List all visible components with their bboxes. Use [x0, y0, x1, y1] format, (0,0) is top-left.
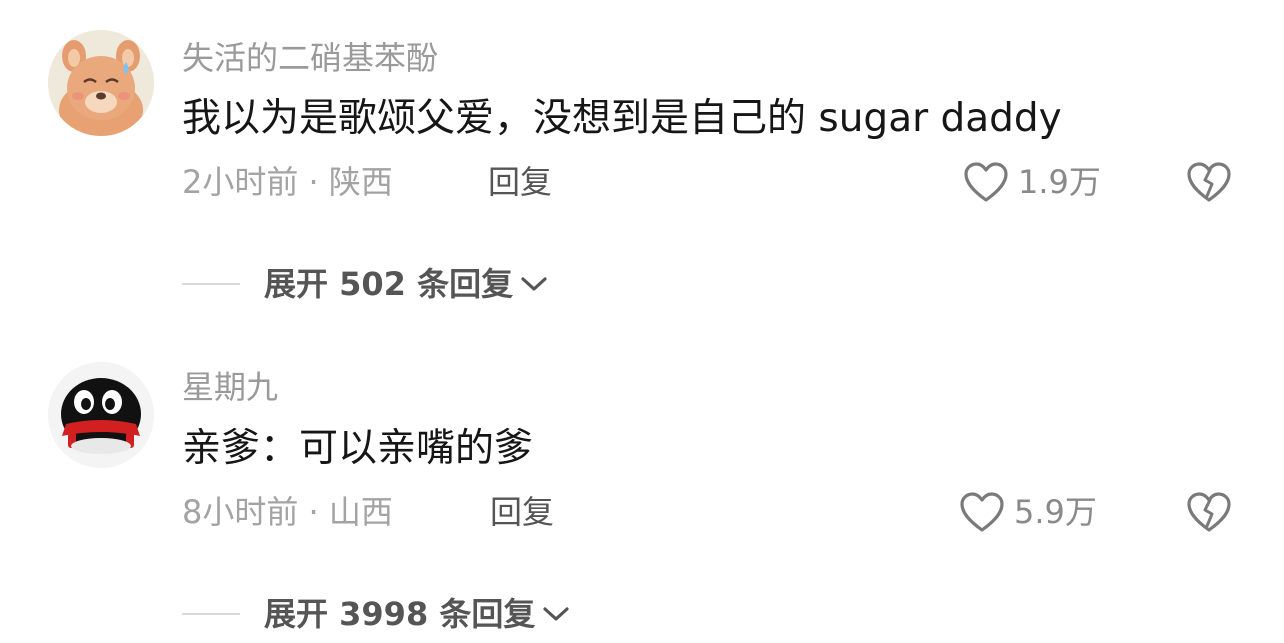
expand-replies-label: 展开 3998 条回复	[264, 595, 536, 633]
comment-text: 亲爹：可以亲嘴的爹	[182, 426, 534, 471]
expand-replies-button[interactable]: 展开 502 条回复	[264, 264, 549, 304]
like-count: 1.9万	[1018, 163, 1101, 201]
expand-replies-row: 展开 3998 条回复	[182, 592, 571, 636]
divider-line	[182, 613, 240, 615]
expand-replies-button[interactable]: 展开 3998 条回复	[264, 594, 571, 634]
chevron-down-icon	[521, 277, 547, 291]
reply-button[interactable]: 回复	[488, 162, 552, 202]
divider-line	[182, 283, 240, 285]
like-count: 5.9万	[1014, 493, 1097, 531]
heart-icon	[960, 492, 1004, 532]
expand-replies-row: 展开 502 条回复	[182, 262, 549, 306]
broken-heart-icon	[1187, 492, 1231, 532]
bear-avatar-icon	[48, 30, 154, 136]
avatar[interactable]	[48, 30, 154, 136]
penguin-avatar-icon	[48, 362, 154, 468]
dislike-button[interactable]	[1185, 490, 1233, 534]
comment-meta: 2小时前 · 陕西	[182, 163, 393, 201]
avatar[interactable]	[48, 362, 154, 468]
chevron-down-icon	[543, 607, 569, 621]
heart-icon	[964, 162, 1008, 202]
like-button[interactable]: 1.9万	[962, 160, 1101, 204]
expand-replies-label: 展开 502 条回复	[264, 265, 514, 303]
comment-meta: 8小时前 · 山西	[182, 493, 393, 531]
username[interactable]: 失活的二硝基苯酚	[182, 38, 438, 78]
like-button[interactable]: 5.9万	[958, 490, 1097, 534]
dislike-button[interactable]	[1185, 160, 1233, 204]
username[interactable]: 星期九	[182, 367, 278, 407]
reply-button[interactable]: 回复	[490, 492, 554, 532]
comment-text: 我以为是歌颂父爱，没想到是自己的 sugar daddy	[182, 96, 1062, 141]
broken-heart-icon	[1187, 162, 1231, 202]
